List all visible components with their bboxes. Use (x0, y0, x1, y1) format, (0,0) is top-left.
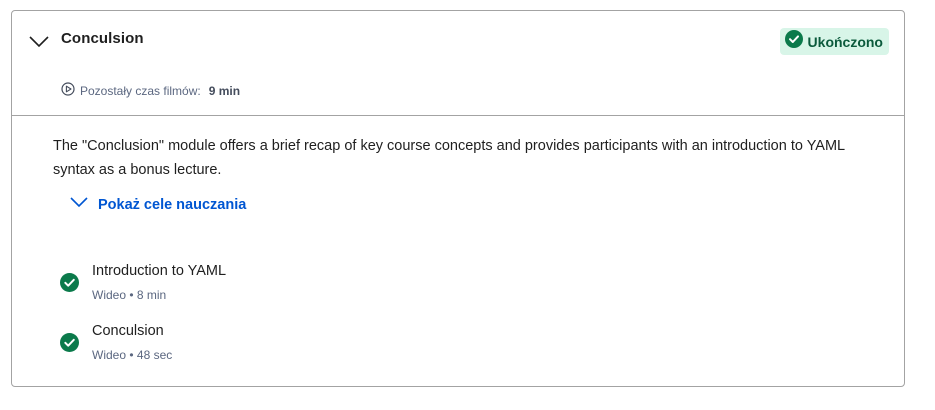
chevron-down-icon (69, 195, 89, 214)
check-circle-icon (784, 30, 803, 53)
lesson-duration: 8 min (136, 288, 167, 302)
lesson-duration: 48 sec (136, 348, 173, 362)
module-title: Conculsion (61, 30, 144, 47)
lesson-meta: Wideo • 8 min (92, 288, 167, 302)
status-badge: Ukończono (779, 28, 889, 55)
lesson-type: Wideo (92, 348, 127, 362)
lesson-title: Introduction to YAML (92, 263, 227, 279)
lesson-type: Wideo (92, 288, 127, 302)
check-circle-icon (60, 273, 79, 297)
lesson-item-introduction-to-yaml[interactable]: Introduction to YAML Wideo • 8 min (60, 261, 360, 309)
check-circle-icon (60, 333, 79, 357)
status-label: Ukończono (807, 33, 883, 50)
remaining-time: Pozostały czas filmów: 9 min (61, 82, 240, 99)
lesson-title: Conculsion (92, 323, 164, 339)
chevron-down-icon[interactable] (28, 33, 50, 49)
module-description: The "Conclusion" module offers a brief r… (53, 138, 845, 178)
remaining-time-value: 9 min (208, 83, 241, 98)
show-objectives-button[interactable]: Pokaż cele nauczania (69, 195, 246, 214)
play-circle-icon (61, 82, 75, 99)
lesson-meta: Wideo • 48 sec (92, 348, 173, 362)
remaining-time-label: Pozostały czas filmów: (80, 83, 201, 98)
module-header[interactable]: Conculsion Ukończono Pozostały czas film… (12, 11, 904, 116)
module-card: Conculsion Ukończono Pozostały czas film… (11, 10, 905, 387)
show-objectives-label: Pokaż cele nauczania (98, 196, 247, 213)
lesson-item-conculsion[interactable]: Conculsion Wideo • 48 sec (60, 321, 360, 369)
